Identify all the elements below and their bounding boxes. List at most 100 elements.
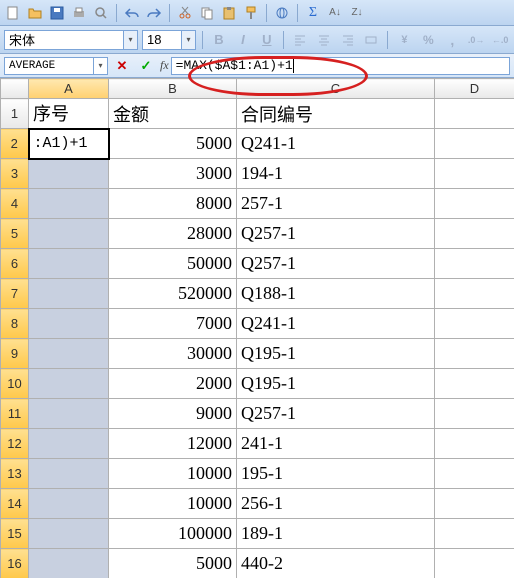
- col-header-a[interactable]: A: [29, 79, 109, 99]
- cell[interactable]: [435, 189, 514, 219]
- row-header[interactable]: 13: [1, 459, 29, 489]
- cell[interactable]: [29, 549, 109, 578]
- cell[interactable]: [29, 519, 109, 549]
- format-painter-icon[interactable]: [242, 4, 260, 22]
- cell[interactable]: 7000: [109, 309, 237, 339]
- italic-button[interactable]: I: [233, 30, 253, 50]
- cell[interactable]: [435, 309, 514, 339]
- row-header[interactable]: 10: [1, 369, 29, 399]
- print-icon[interactable]: [70, 4, 88, 22]
- cell[interactable]: [29, 219, 109, 249]
- cell[interactable]: [435, 369, 514, 399]
- row-header[interactable]: 12: [1, 429, 29, 459]
- align-left-icon[interactable]: [290, 30, 310, 50]
- cell[interactable]: 合同编号: [237, 99, 435, 129]
- cell[interactable]: 30000: [109, 339, 237, 369]
- bold-button[interactable]: B: [209, 30, 229, 50]
- cell[interactable]: [29, 189, 109, 219]
- spreadsheet-grid[interactable]: A B C D 1 序号 金额 合同编号 2 :A1)+1 5000 Q241-…: [0, 78, 514, 578]
- cell[interactable]: Q195-1: [237, 339, 435, 369]
- undo-icon[interactable]: [123, 4, 141, 22]
- col-header-d[interactable]: D: [435, 79, 514, 99]
- name-box-dropdown-icon[interactable]: ▾: [94, 57, 108, 75]
- cell[interactable]: Q257-1: [237, 249, 435, 279]
- cell[interactable]: 256-1: [237, 489, 435, 519]
- align-right-icon[interactable]: [338, 30, 358, 50]
- select-all-corner[interactable]: [1, 79, 29, 99]
- cell[interactable]: [29, 279, 109, 309]
- cell[interactable]: 189-1: [237, 519, 435, 549]
- row-header[interactable]: 7: [1, 279, 29, 309]
- sum-icon[interactable]: Σ: [304, 4, 322, 22]
- cell[interactable]: 12000: [109, 429, 237, 459]
- row-header[interactable]: 8: [1, 309, 29, 339]
- cell[interactable]: [29, 399, 109, 429]
- cell[interactable]: 10000: [109, 459, 237, 489]
- font-size-select[interactable]: 18: [142, 30, 182, 50]
- cell[interactable]: [435, 249, 514, 279]
- align-center-icon[interactable]: [314, 30, 334, 50]
- hyperlink-icon[interactable]: [273, 4, 291, 22]
- cell[interactable]: [435, 429, 514, 459]
- cut-icon[interactable]: [176, 4, 194, 22]
- cell[interactable]: [29, 159, 109, 189]
- merge-cells-icon[interactable]: [362, 30, 382, 50]
- cell[interactable]: 28000: [109, 219, 237, 249]
- row-header[interactable]: 5: [1, 219, 29, 249]
- cell[interactable]: 195-1: [237, 459, 435, 489]
- cell[interactable]: 257-1: [237, 189, 435, 219]
- row-header[interactable]: 11: [1, 399, 29, 429]
- row-header[interactable]: 1: [1, 99, 29, 129]
- font-name-select[interactable]: 宋体: [4, 30, 124, 50]
- cell[interactable]: [29, 369, 109, 399]
- cell[interactable]: [435, 489, 514, 519]
- cell[interactable]: Q195-1: [237, 369, 435, 399]
- underline-button[interactable]: U: [257, 30, 277, 50]
- cell[interactable]: 金额: [109, 99, 237, 129]
- name-box[interactable]: AVERAGE: [4, 57, 94, 75]
- sort-asc-icon[interactable]: A↓: [326, 4, 344, 22]
- row-header[interactable]: 15: [1, 519, 29, 549]
- cell[interactable]: [435, 99, 514, 129]
- copy-icon[interactable]: [198, 4, 216, 22]
- cell[interactable]: [29, 489, 109, 519]
- cell[interactable]: [435, 279, 514, 309]
- currency-icon[interactable]: ¥: [394, 30, 414, 50]
- col-header-b[interactable]: B: [109, 79, 237, 99]
- preview-icon[interactable]: [92, 4, 110, 22]
- cell[interactable]: [435, 129, 514, 159]
- decimal-dec-icon[interactable]: ←.0: [490, 30, 510, 50]
- row-header[interactable]: 14: [1, 489, 29, 519]
- cell[interactable]: [29, 459, 109, 489]
- cell[interactable]: 520000: [109, 279, 237, 309]
- percent-icon[interactable]: %: [418, 30, 438, 50]
- row-header[interactable]: 16: [1, 549, 29, 578]
- row-header[interactable]: 2: [1, 129, 29, 159]
- cell[interactable]: Q241-1: [237, 129, 435, 159]
- cell[interactable]: 5000: [109, 549, 237, 578]
- open-icon[interactable]: [26, 4, 44, 22]
- cell[interactable]: [29, 429, 109, 459]
- cell[interactable]: 10000: [109, 489, 237, 519]
- save-icon[interactable]: [48, 4, 66, 22]
- row-header[interactable]: 4: [1, 189, 29, 219]
- cell[interactable]: Q257-1: [237, 219, 435, 249]
- cell[interactable]: [29, 249, 109, 279]
- cell[interactable]: 241-1: [237, 429, 435, 459]
- cell[interactable]: [435, 339, 514, 369]
- cell[interactable]: [435, 159, 514, 189]
- comma-icon[interactable]: ,: [442, 30, 462, 50]
- redo-icon[interactable]: [145, 4, 163, 22]
- cell[interactable]: Q257-1: [237, 399, 435, 429]
- cell[interactable]: 3000: [109, 159, 237, 189]
- row-header[interactable]: 3: [1, 159, 29, 189]
- cell[interactable]: [435, 219, 514, 249]
- paste-icon[interactable]: [220, 4, 238, 22]
- cell[interactable]: 100000: [109, 519, 237, 549]
- cell[interactable]: [435, 399, 514, 429]
- row-header[interactable]: 6: [1, 249, 29, 279]
- cell[interactable]: 50000: [109, 249, 237, 279]
- cell[interactable]: [29, 309, 109, 339]
- cell[interactable]: Q241-1: [237, 309, 435, 339]
- font-size-dropdown-icon[interactable]: ▾: [182, 30, 196, 50]
